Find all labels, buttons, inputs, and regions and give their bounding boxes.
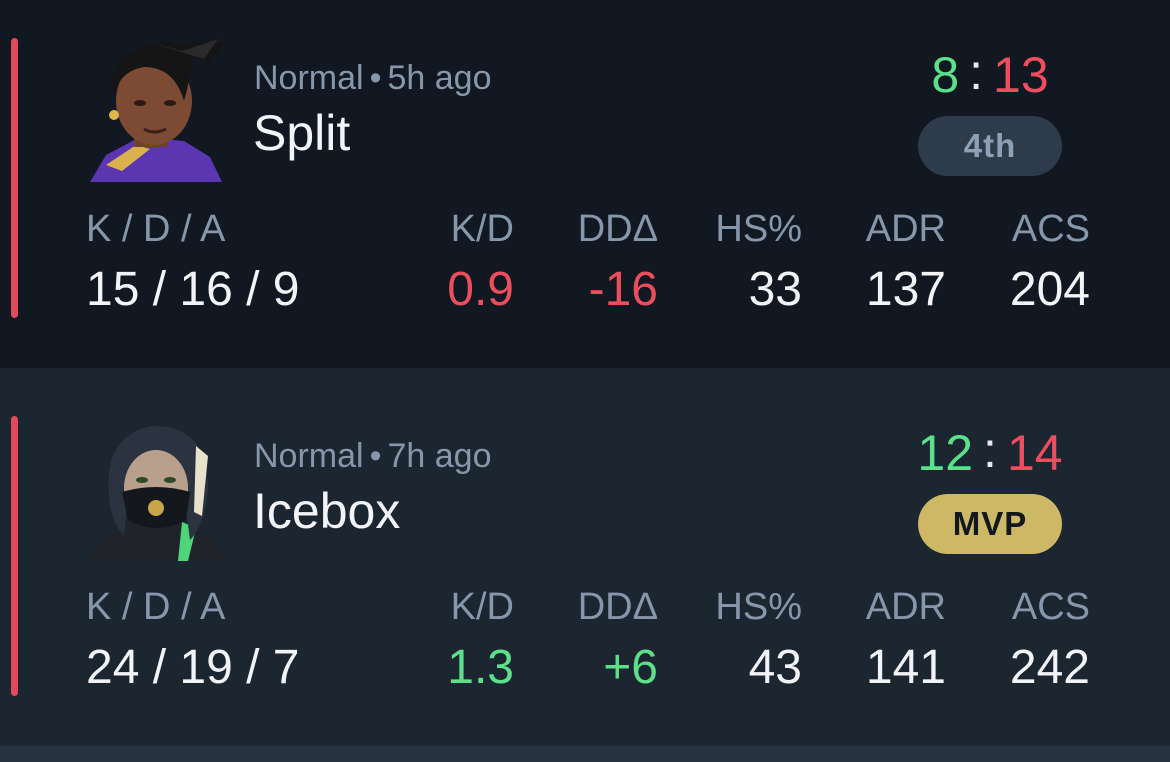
match-score: 12:14: [880, 425, 1100, 481]
loss-accent-bar: [11, 38, 18, 318]
dda-label: DDΔ: [577, 208, 658, 250]
loss-accent-bar: [11, 416, 18, 696]
kda-value: 15 / 16 / 9: [86, 263, 300, 316]
agent-portrait-icon: [86, 425, 226, 561]
map-name: Split: [253, 105, 351, 161]
adr-label: ADR: [865, 586, 946, 628]
match-card[interactable]: Normal • 5h ago Split 8:13 4th K / D / A K…: [0, 0, 1170, 368]
kda-label: K / D / A: [86, 208, 226, 250]
map-name: Icebox: [253, 483, 401, 539]
dda-value: +6: [603, 641, 658, 694]
mvp-badge: MVP: [918, 494, 1062, 554]
team-score: 12: [917, 425, 974, 481]
game-mode: Normal: [254, 59, 364, 97]
acs-label: ACS: [1011, 208, 1090, 250]
adr-label: ADR: [865, 208, 946, 250]
kda-label: K / D / A: [86, 586, 226, 628]
score-separator: :: [969, 44, 984, 100]
enemy-score: 13: [993, 47, 1049, 103]
adr-value: 141: [865, 641, 946, 694]
hs-value: 33: [748, 263, 802, 316]
adr-value: 137: [865, 263, 946, 316]
team-score: 8: [931, 47, 960, 103]
acs-label: ACS: [1011, 586, 1090, 628]
agent-portrait-icon: [90, 39, 226, 182]
time-ago: 7h ago: [387, 437, 492, 475]
time-ago: 5h ago: [387, 59, 492, 97]
kd-label: K/D: [450, 586, 514, 628]
match-mode-line: Normal • 5h ago: [254, 59, 491, 98]
kd-value: 1.3: [447, 641, 514, 694]
separator-dot: •: [369, 59, 382, 97]
match-mode-line: Normal • 7h ago: [254, 437, 491, 476]
hs-label: HS%: [715, 586, 802, 628]
acs-value: 204: [1009, 263, 1090, 316]
dda-value: -16: [588, 263, 658, 316]
next-match-card-edge: [0, 746, 1170, 762]
game-mode: Normal: [254, 437, 364, 475]
match-card[interactable]: Normal • 7h ago Icebox 12:14 MVP K / D / A…: [0, 368, 1170, 746]
acs-value: 242: [1009, 641, 1090, 694]
kd-label: K/D: [450, 208, 514, 250]
placement-badge: 4th: [918, 116, 1062, 176]
score-separator: :: [983, 422, 997, 478]
enemy-score: 14: [1006, 425, 1063, 481]
separator-dot: •: [369, 437, 382, 475]
kd-value: 0.9: [447, 263, 514, 316]
kda-value: 24 / 19 / 7: [86, 641, 300, 694]
match-score: 8:13: [880, 47, 1100, 103]
dda-label: DDΔ: [577, 586, 658, 628]
hs-value: 43: [748, 641, 802, 694]
hs-label: HS%: [715, 208, 802, 250]
